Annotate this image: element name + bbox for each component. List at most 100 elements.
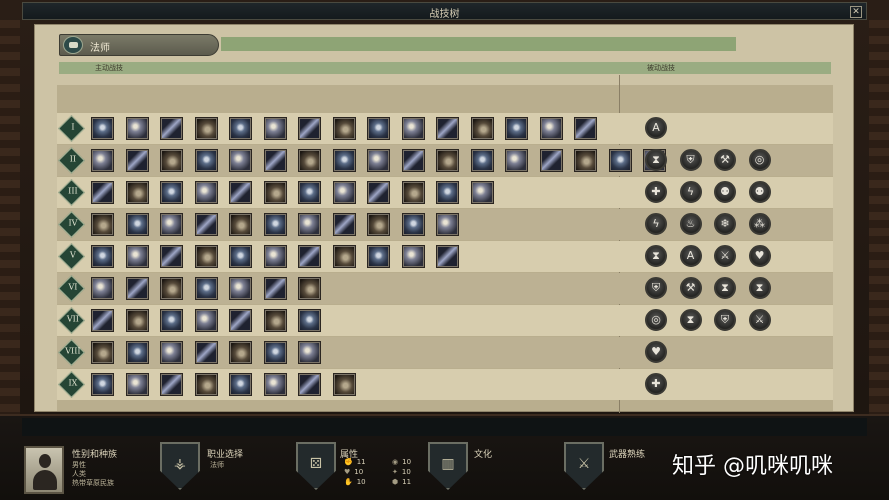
active-skill-icon[interactable] <box>229 341 252 364</box>
active-skill-icon[interactable] <box>298 181 321 204</box>
active-skill-icon[interactable] <box>298 213 321 236</box>
active-skill-icon[interactable] <box>298 149 321 172</box>
passive-skill-icon[interactable]: ⚔ <box>748 309 771 331</box>
active-skill-icon[interactable] <box>229 213 252 236</box>
active-skill-icon[interactable] <box>160 277 183 300</box>
active-skill-icon[interactable] <box>332 373 356 396</box>
active-skill-icon[interactable] <box>194 149 218 172</box>
active-skill-icon[interactable] <box>229 277 252 300</box>
active-skill-icon[interactable] <box>332 213 356 236</box>
active-skill-icon[interactable] <box>401 181 425 204</box>
active-skill-icon[interactable] <box>608 149 632 172</box>
active-skill-icon[interactable] <box>160 181 183 204</box>
active-skill-icon[interactable] <box>298 341 321 364</box>
passive-skill-icon[interactable]: ◎ <box>748 149 771 171</box>
active-skill-icon[interactable] <box>263 117 287 140</box>
passive-skill-icon[interactable]: ✚ <box>645 373 667 395</box>
active-skill-icon[interactable] <box>194 213 218 236</box>
passive-skill-icon[interactable]: ⛨ <box>679 149 702 171</box>
active-skill-icon[interactable] <box>160 373 183 396</box>
active-skill-icon[interactable] <box>194 245 218 268</box>
active-skill-icon[interactable] <box>160 309 183 332</box>
active-skill-icon[interactable] <box>194 117 218 140</box>
active-skill-icon[interactable] <box>401 213 425 236</box>
passive-skill-icon[interactable]: ⧗ <box>714 277 736 299</box>
passive-skill-icon[interactable]: ⧗ <box>748 277 771 299</box>
character-portrait[interactable] <box>24 446 64 494</box>
active-skill-icon[interactable] <box>436 181 459 204</box>
active-skill-icon[interactable] <box>367 181 390 204</box>
active-skill-icon[interactable] <box>263 213 287 236</box>
active-skill-icon[interactable] <box>91 309 114 332</box>
passive-skill-icon[interactable]: ◎ <box>645 309 667 331</box>
active-skill-icon[interactable] <box>229 373 252 396</box>
active-skill-icon[interactable] <box>263 309 287 332</box>
passive-skill-icon[interactable]: ♨ <box>679 213 702 235</box>
active-skill-icon[interactable] <box>194 373 218 396</box>
passive-skill-icon[interactable]: ⁂ <box>748 213 771 235</box>
active-skill-icon[interactable] <box>91 213 114 236</box>
active-skill-icon[interactable] <box>125 213 149 236</box>
active-skill-icon[interactable] <box>194 309 218 332</box>
close-button[interactable]: ✕ <box>850 6 862 18</box>
active-skill-icon[interactable] <box>436 149 459 172</box>
active-skill-icon[interactable] <box>263 245 287 268</box>
active-skill-icon[interactable] <box>160 341 183 364</box>
active-skill-icon[interactable] <box>160 245 183 268</box>
passive-skill-icon[interactable]: ♥ <box>748 245 771 267</box>
active-skill-icon[interactable] <box>332 245 356 268</box>
active-skill-icon[interactable] <box>332 149 356 172</box>
active-skill-icon[interactable] <box>160 213 183 236</box>
active-skill-icon[interactable] <box>91 149 114 172</box>
active-skill-icon[interactable] <box>298 309 321 332</box>
active-skill-icon[interactable] <box>125 149 149 172</box>
active-skill-icon[interactable] <box>263 341 287 364</box>
passive-skill-icon[interactable]: ❄ <box>714 213 736 235</box>
active-skill-icon[interactable] <box>436 245 459 268</box>
passive-skill-icon[interactable]: ⧗ <box>645 149 667 171</box>
class-tab[interactable]: 法师 <box>59 34 219 56</box>
active-skill-icon[interactable] <box>125 277 149 300</box>
active-skill-icon[interactable] <box>505 149 528 172</box>
active-skill-icon[interactable] <box>436 213 459 236</box>
passive-skill-icon[interactable]: ⚒ <box>679 277 702 299</box>
active-skill-icon[interactable] <box>125 117 149 140</box>
active-skill-icon[interactable] <box>263 149 287 172</box>
active-skill-icon[interactable] <box>401 117 425 140</box>
active-skill-icon[interactable] <box>91 181 114 204</box>
active-skill-icon[interactable] <box>229 149 252 172</box>
passive-skill-icon[interactable]: ⛨ <box>645 277 667 299</box>
active-skill-icon[interactable] <box>194 341 218 364</box>
active-skill-icon[interactable] <box>229 181 252 204</box>
passive-skill-icon[interactable]: A <box>645 117 667 139</box>
active-skill-icon[interactable] <box>263 373 287 396</box>
passive-skill-icon[interactable]: ⚉ <box>714 181 736 203</box>
active-skill-icon[interactable] <box>91 245 114 268</box>
active-skill-icon[interactable] <box>470 117 494 140</box>
active-skill-icon[interactable] <box>367 213 390 236</box>
active-skill-icon[interactable] <box>194 277 218 300</box>
passive-skill-icon[interactable]: ⚒ <box>714 149 736 171</box>
active-skill-icon[interactable] <box>401 245 425 268</box>
active-skill-icon[interactable] <box>125 309 149 332</box>
active-skill-icon[interactable] <box>367 149 390 172</box>
active-skill-icon[interactable] <box>125 245 149 268</box>
active-skill-icon[interactable] <box>298 277 321 300</box>
active-skill-icon[interactable] <box>574 117 597 140</box>
passive-skill-icon[interactable]: ϟ <box>679 181 702 203</box>
active-skill-icon[interactable] <box>160 149 183 172</box>
active-skill-icon[interactable] <box>263 277 287 300</box>
active-skill-icon[interactable] <box>91 277 114 300</box>
passive-skill-icon[interactable]: ⧗ <box>679 309 702 331</box>
passive-skill-icon[interactable]: ✚ <box>645 181 667 203</box>
active-skill-icon[interactable] <box>125 181 149 204</box>
passive-skill-icon[interactable]: ⧗ <box>645 245 667 267</box>
active-skill-icon[interactable] <box>91 373 114 396</box>
active-skill-icon[interactable] <box>367 117 390 140</box>
passive-skill-icon[interactable]: ⚔ <box>714 245 736 267</box>
active-skill-icon[interactable] <box>160 117 183 140</box>
active-skill-icon[interactable] <box>91 341 114 364</box>
active-skill-icon[interactable] <box>229 117 252 140</box>
active-skill-icon[interactable] <box>332 117 356 140</box>
active-skill-icon[interactable] <box>436 117 459 140</box>
